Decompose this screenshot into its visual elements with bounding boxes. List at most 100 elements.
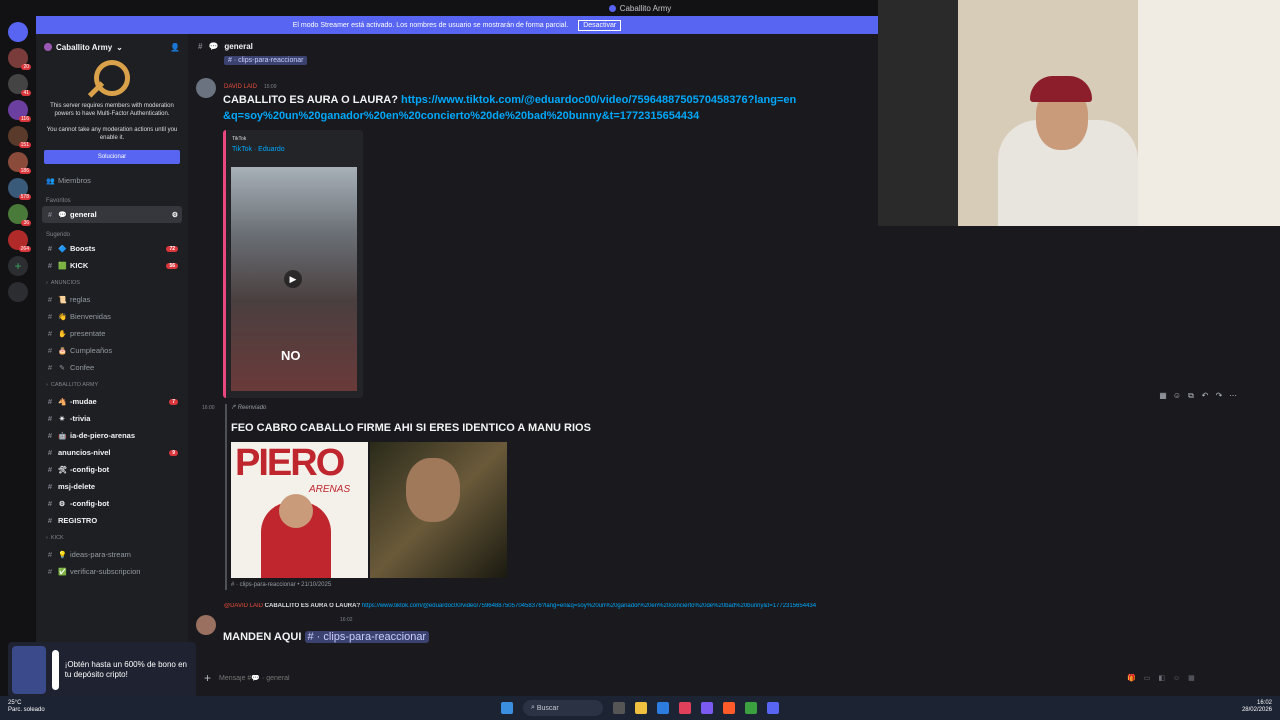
wall-shape [1138,0,1280,226]
teams-icon[interactable] [701,702,713,714]
edge-icon[interactable] [657,702,669,714]
sticker-icon[interactable]: ◧ [1158,674,1165,682]
solve-button[interactable]: Solucionar [44,150,180,164]
channel-label: anuncios-nivel [58,448,111,457]
mfa-notice: This server requires members with modera… [42,54,182,166]
server-icon[interactable]: 578 [8,178,31,200]
message-time: 15:09 [263,84,277,90]
gift-icon[interactable]: 🎁 [1127,674,1136,682]
forward-source[interactable]: # · clips-para-reaccionar • 21/10/2025 [231,582,331,588]
channel-label: Cumpleaños [70,346,113,355]
server-icon[interactable]: 264 [8,230,31,252]
hash-icon: # [47,295,53,304]
piero-image[interactable]: PIERO ARENAS [231,442,368,578]
pen-icon: ✎ [59,364,65,372]
channel-bienvenidas[interactable]: # 👋 Bienvenidas [42,308,182,325]
channel-config-bot-2[interactable]: # ⚙ -config-bot [42,495,182,512]
channel-label: -mudae [70,397,97,406]
forward-bar [225,404,227,590]
channel-anuncios-nivel[interactable]: # anuncios-nivel 9 [42,444,182,461]
clock[interactable]: 16:02 28/02/2026 [1242,700,1272,714]
weather-desc: Parc. soleado [8,707,45,713]
add-attachment-icon[interactable]: + [204,671,211,685]
channel-mudae[interactable]: # 🐴 -mudae 7 [42,393,182,410]
clock-date: 28/02/2026 [1241,707,1272,713]
avatar[interactable] [196,615,216,635]
server-icon[interactable]: 41 [8,74,31,96]
server-icon[interactable]: 20 [8,48,31,70]
channel-ideas[interactable]: # 💡 ideas-para-stream [42,546,182,563]
taskview-icon[interactable] [613,702,625,714]
channel-verificar[interactable]: # ✅ verificar-subscripcion [42,563,182,580]
avatar[interactable] [196,78,216,98]
server-icon[interactable]: 116 [8,100,31,122]
reply-icon[interactable]: ↶ [1200,391,1210,401]
chrome-icon[interactable] [745,702,757,714]
image-text: PIERO [235,442,345,484]
message-text: CABALLITO ES AURA O LAURA? [223,94,398,106]
reaction-icon[interactable]: ▦ [1158,391,1168,401]
add-server-icon[interactable]: + [8,256,28,276]
hash-icon: # [47,329,53,338]
add-member-icon[interactable]: 👤 [170,43,180,52]
thread-icon[interactable]: ⧉ [1186,391,1196,401]
reply-preview[interactable]: @DAVID LAID CABALLITO ES AURA O LAURA? h… [224,603,914,609]
channel-label: Boosts [70,244,96,253]
apps-icon[interactable]: ▦ [1188,674,1195,682]
embed-author[interactable]: TikTok · Eduardo [232,146,357,153]
home-icon[interactable] [8,22,28,42]
channel-confee[interactable]: # ✎ Confee [42,359,182,376]
cap-shape [1030,76,1092,102]
server-icon[interactable]: 186 [8,152,31,174]
category-caballito[interactable]: › CABALLITO ARMY [42,376,182,393]
clock-time: 16:02 [1256,700,1272,706]
channel-reglas[interactable]: # 📜 reglas [42,291,182,308]
embed-provider: TikTok [232,136,247,142]
channel-ia-piero[interactable]: # 🤖 ia-de-piero-arenas [42,427,182,444]
category-anuncios[interactable]: › ANUNCIOS [42,274,182,291]
weather-widget[interactable]: 25°C Parc. soleado [8,700,45,714]
more-icon[interactable]: ⋯ [1228,391,1238,401]
guild-header[interactable]: Caballito Army ⌄ 👤 [42,40,182,54]
message-author[interactable]: DAVID LAID [224,84,257,90]
channel-mention[interactable]: # · clips-para-reaccionar [304,631,430,643]
channel-kick[interactable]: # 🟩 KICK 56 [42,257,182,274]
disable-streamer-button[interactable]: Desactivar [578,19,622,31]
channel-registro[interactable]: # REGISTRO [42,512,182,529]
settings-icon[interactable]: ⚙ [172,211,178,219]
discord-icon[interactable] [767,702,779,714]
crypto-ad[interactable]: ¡Obtén hasta un 600% de bono en tu depós… [8,642,196,698]
channel-cumpleanos[interactable]: # 🎂 Cumpleaños [42,342,182,359]
emoji-icon[interactable]: ☺ [1173,675,1180,682]
channel-trivia[interactable]: # ✴ -trivia [42,410,182,427]
channel-label: presentate [70,329,106,338]
channel-boosts[interactable]: # 🔷 Boosts 72 [42,240,182,257]
play-icon[interactable]: ▶ [284,270,302,288]
forward-icon[interactable]: ↷ [1214,391,1224,401]
file-explorer-icon[interactable] [635,702,647,714]
emoji-icon[interactable]: ☺ [1172,391,1182,401]
message-input[interactable] [219,674,1120,682]
members-item[interactable]: 👥 Miembros [42,172,182,189]
face-shape [279,494,313,528]
discord-icon [608,4,616,12]
hash-icon: # [47,567,53,576]
channel-mention-pill[interactable]: # · clips-para-reaccionar [224,56,308,65]
app-icon[interactable] [679,702,691,714]
manu-rios-image[interactable] [370,442,507,578]
category-kick[interactable]: › KICK [42,529,182,546]
channel-config-bot[interactable]: # 🛠 -config-bot [42,461,182,478]
start-icon[interactable] [501,702,513,714]
channel-sidebar: Caballito Army ⌄ 👤 This server requires m… [36,34,188,696]
server-icon[interactable]: 36 [8,204,31,226]
server-icon[interactable]: 151 [8,126,31,148]
channel-msj-delete[interactable]: # msj-delete [42,478,182,495]
discover-icon[interactable] [8,282,28,302]
taskbar-search[interactable]: ⌕ Buscar [523,700,603,716]
streamer-mode-banner: El modo Streamer está activado. Los nomb… [36,16,878,34]
hash-icon: # [47,346,53,355]
gif-icon[interactable]: ▭ [1144,674,1151,682]
channel-presentate[interactable]: # ✋ presentate [42,325,182,342]
channel-general[interactable]: # 💬 general ⚙ [42,206,182,223]
brave-icon[interactable] [723,702,735,714]
